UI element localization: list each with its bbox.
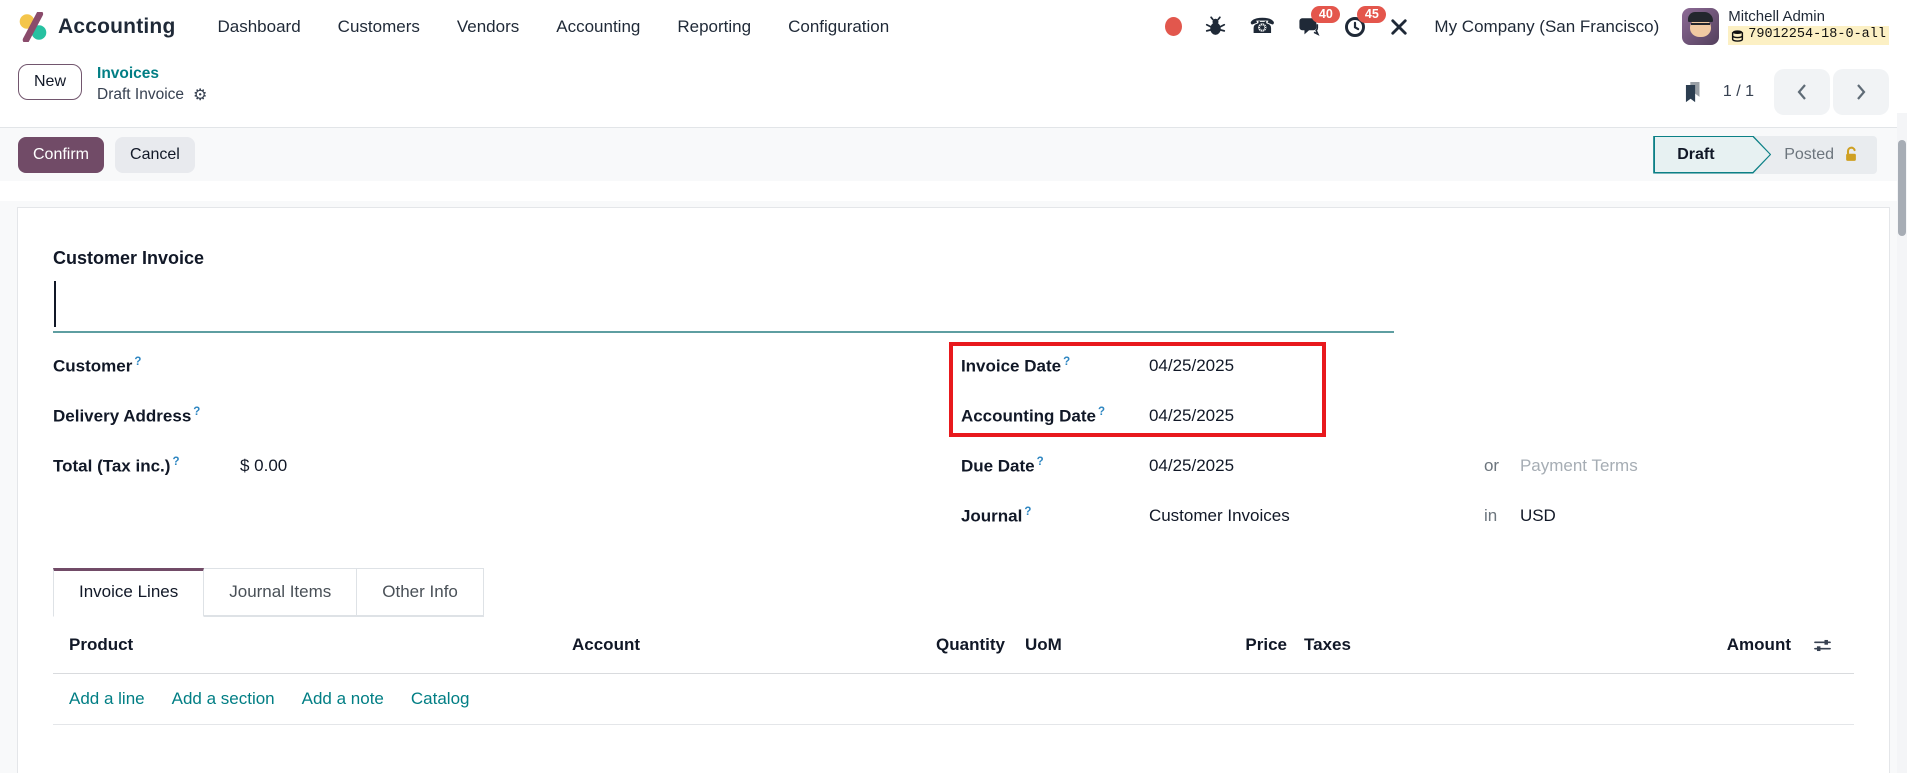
database-icon	[1732, 30, 1744, 42]
notebook-tabs: Invoice Lines Journal Items Other Info	[53, 568, 484, 617]
text-cursor	[54, 281, 56, 327]
menu-vendors[interactable]: Vendors	[457, 17, 519, 37]
form-view: Customer Invoice Customer? Delivery Addr…	[0, 201, 1907, 773]
scrollbar-thumb[interactable]	[1898, 140, 1906, 236]
currency-field[interactable]: USD	[1520, 506, 1556, 526]
pager-previous-button[interactable]	[1774, 69, 1830, 115]
voip-phone-icon[interactable]: ☎	[1249, 16, 1275, 37]
in-text: in	[1483, 506, 1498, 525]
company-selector[interactable]: My Company (San Francisco)	[1434, 17, 1659, 37]
unlock-icon	[1846, 146, 1856, 161]
pager-next-button[interactable]	[1833, 69, 1889, 115]
delivery-address-label: Delivery Address?	[53, 405, 201, 426]
invoice-sheet: Customer Invoice Customer? Delivery Addr…	[17, 207, 1890, 773]
due-date-field[interactable]: 04/25/2025	[1149, 456, 1484, 476]
activities-clock-icon[interactable]: 45	[1344, 5, 1387, 38]
action-bar: Confirm Cancel Draft Posted	[0, 127, 1907, 181]
or-text: or	[1483, 456, 1500, 475]
messages-icon[interactable]: 40	[1298, 5, 1341, 38]
accounting-date-field[interactable]: 04/25/2025	[1149, 406, 1484, 426]
invoice-date-field[interactable]: 04/25/2025	[1149, 356, 1484, 376]
add-a-note-link[interactable]: Add a note	[302, 689, 384, 709]
control-panel: New Invoices Draft Invoice ⚙ 1 / 1	[0, 53, 1907, 127]
column-uom[interactable]: UoM	[1005, 635, 1125, 655]
user-menu[interactable]: Mitchell Admin 79012254-18-0-all	[1682, 8, 1889, 46]
confirm-button[interactable]: Confirm	[18, 136, 105, 173]
app-title: Accounting	[58, 14, 176, 38]
add-a-line-link[interactable]: Add a line	[69, 689, 145, 709]
activities-count-badge: 45	[1357, 5, 1387, 23]
document-type-title: Customer Invoice	[53, 248, 205, 268]
messages-count-badge: 40	[1311, 5, 1341, 23]
due-date-label: Due Date?	[960, 455, 1044, 476]
invoice-date-label: Invoice Date?	[960, 355, 1071, 376]
menu-dashboard[interactable]: Dashboard	[218, 17, 301, 37]
tab-invoice-lines[interactable]: Invoice Lines	[53, 568, 205, 617]
tab-journal-items[interactable]: Journal Items	[204, 568, 358, 616]
top-nav: Accounting Dashboard Customers Vendors A…	[0, 0, 1907, 53]
main-menu: Dashboard Customers Vendors Accounting R…	[218, 17, 890, 37]
invoice-lines-header: Product Account Quantity UoM Price Taxes…	[53, 617, 1854, 674]
record-indicator-icon[interactable]	[1165, 17, 1183, 36]
menu-customers[interactable]: Customers	[338, 17, 420, 37]
column-amount[interactable]: Amount	[1417, 635, 1791, 655]
add-a-section-link[interactable]: Add a section	[172, 689, 275, 709]
bug-icon[interactable]	[1205, 16, 1226, 37]
help-icon[interactable]: ?	[1024, 506, 1031, 518]
new-button[interactable]: New	[18, 64, 83, 100]
bookmark-icon[interactable]	[1682, 80, 1703, 104]
odoo-accounting-logo-icon	[18, 11, 48, 42]
accounting-date-label: Accounting Date?	[960, 405, 1106, 426]
payment-terms-field[interactable]: Payment Terms	[1520, 456, 1638, 476]
systray: ☎ 40 45 My Company (San Francisco) Mitch…	[1165, 5, 1889, 46]
help-icon[interactable]: ?	[193, 406, 200, 418]
invoice-lines-actions: Add a line Add a section Add a note Cata…	[53, 674, 1854, 725]
user-name: Mitchell Admin	[1728, 7, 1825, 25]
cancel-button[interactable]: Cancel	[115, 136, 195, 173]
help-icon[interactable]: ?	[172, 456, 179, 468]
column-taxes[interactable]: Taxes	[1287, 635, 1417, 655]
help-icon[interactable]: ?	[1063, 356, 1070, 368]
pager-count: 1 / 1	[1722, 83, 1754, 100]
total-label: Total (Tax inc.)?	[53, 455, 180, 476]
field-groups: Customer? Delivery Address? Total (Tax i…	[53, 341, 1854, 541]
breadcrumb-current: Draft Invoice	[97, 86, 185, 104]
help-icon[interactable]: ?	[1098, 406, 1105, 418]
journal-label: Journal?	[960, 505, 1032, 526]
status-posted-label: Posted	[1784, 145, 1834, 163]
breadcrumb-invoices-link[interactable]: Invoices	[97, 64, 207, 85]
status-posted[interactable]: Posted	[1771, 136, 1877, 174]
scrollbar-track[interactable]	[1897, 113, 1907, 773]
tools-icon[interactable]	[1389, 17, 1409, 37]
menu-reporting[interactable]: Reporting	[677, 17, 751, 37]
column-product[interactable]: Product	[53, 635, 556, 655]
status-widget: Draft Posted	[1653, 135, 1877, 174]
help-icon[interactable]: ?	[1037, 456, 1044, 468]
column-quantity[interactable]: Quantity	[855, 635, 1005, 655]
catalog-link[interactable]: Catalog	[411, 689, 470, 709]
chevron-right-icon	[1857, 84, 1866, 100]
status-draft-label: Draft	[1677, 145, 1715, 163]
status-draft[interactable]: Draft	[1653, 136, 1771, 174]
app-switcher[interactable]: Accounting	[18, 11, 176, 42]
session-badge: 79012254-18-0-all	[1728, 26, 1889, 46]
chevron-left-icon	[1797, 84, 1806, 100]
gear-icon[interactable]: ⚙	[193, 85, 207, 107]
help-icon[interactable]: ?	[134, 356, 141, 368]
menu-configuration[interactable]: Configuration	[788, 17, 889, 37]
journal-field[interactable]: Customer Invoices	[1149, 506, 1484, 526]
menu-accounting[interactable]: Accounting	[556, 17, 640, 37]
tab-other-info[interactable]: Other Info	[357, 568, 484, 616]
breadcrumb: Invoices Draft Invoice ⚙	[97, 64, 207, 107]
column-options-icon[interactable]	[1813, 636, 1832, 655]
invoice-name-input[interactable]	[53, 277, 1394, 333]
session-id: 79012254-18-0-all	[1748, 27, 1886, 43]
customer-label: Customer?	[53, 355, 142, 376]
pager-zone: 1 / 1	[1682, 69, 1889, 115]
avatar	[1682, 8, 1720, 45]
total-value: $ 0.00	[240, 456, 288, 475]
column-account[interactable]: Account	[556, 635, 855, 655]
column-price[interactable]: Price	[1125, 635, 1287, 655]
